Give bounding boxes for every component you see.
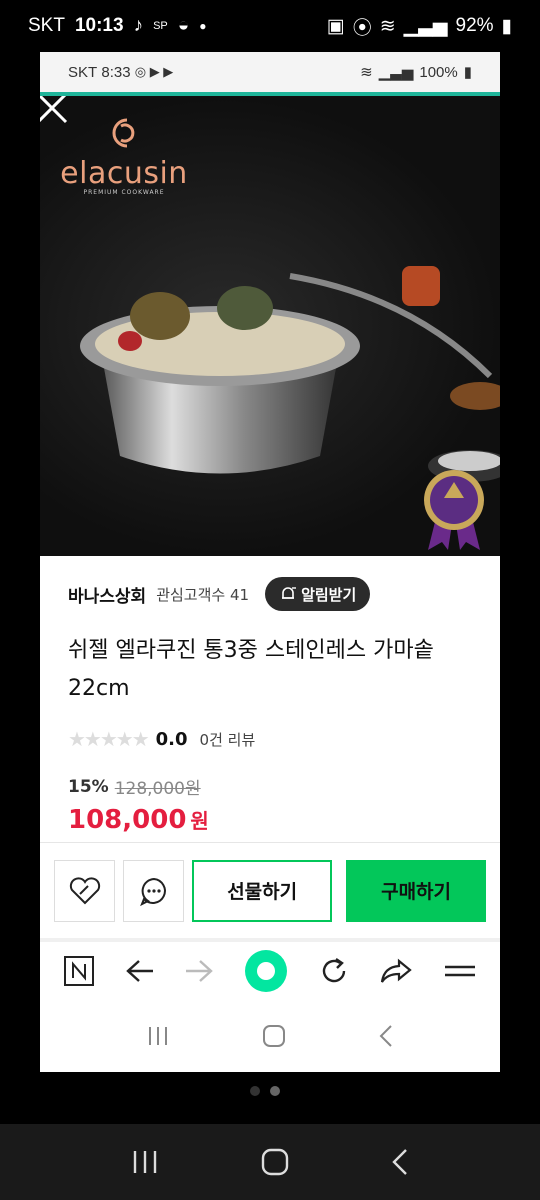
price-row: 15% 128,000원 bbox=[68, 774, 472, 800]
store-fans: 관심고객수 41 bbox=[156, 585, 250, 604]
logo-word: elacusin bbox=[60, 156, 188, 191]
store-row: 바나스상회 관심고객수 41 알림받기 bbox=[68, 576, 472, 612]
inner-carrier: SKT bbox=[68, 63, 98, 81]
review-count[interactable]: 0건 리뷰 bbox=[200, 729, 256, 750]
outer-status-bar: SKT 10:13 ♪ SP ◒ ● ▣ ⦿ ≋ ▁▃▅ 92% ▮ bbox=[0, 0, 540, 52]
wishlist-button[interactable] bbox=[54, 859, 116, 922]
outer-battery: 92% bbox=[455, 15, 494, 36]
refresh-icon[interactable] bbox=[318, 955, 350, 987]
outer-back-icon[interactable] bbox=[391, 1148, 409, 1176]
page-indicator bbox=[250, 1086, 280, 1096]
purchase-bar: 선물하기 구매하기 bbox=[40, 842, 500, 938]
rating-score: 0.0 bbox=[155, 728, 188, 750]
home-circle-icon[interactable] bbox=[244, 949, 288, 993]
inner-nav-bar bbox=[40, 1000, 500, 1072]
wifi-icon: ≋ bbox=[379, 15, 396, 37]
bell-plus-icon bbox=[282, 587, 297, 599]
outer-recent-apps-icon[interactable] bbox=[131, 1149, 159, 1175]
heart-icon bbox=[69, 876, 100, 904]
back-icon[interactable] bbox=[378, 1024, 394, 1048]
store-name[interactable]: 바나스상회 bbox=[68, 582, 146, 607]
browser-toolbar bbox=[40, 938, 500, 1000]
inner-signal-icon: ▁▃▅ bbox=[378, 64, 414, 81]
inner-wifi-icon: ≋ bbox=[360, 64, 373, 81]
outer-nav-bar bbox=[0, 1124, 540, 1200]
alert-button[interactable]: 알림받기 bbox=[265, 577, 371, 611]
location-icon: ⦿ bbox=[352, 17, 372, 39]
tiktok-icon: ♪ bbox=[133, 15, 144, 36]
share-icon[interactable] bbox=[379, 957, 413, 985]
outer-home-icon[interactable] bbox=[261, 1148, 289, 1176]
battery-saver-icon: ▣ bbox=[326, 15, 345, 37]
dot-icon: ● bbox=[199, 19, 207, 33]
page-dot bbox=[250, 1086, 260, 1096]
original-price: 128,000원 bbox=[114, 779, 201, 799]
outer-time: 10:13 bbox=[74, 15, 124, 36]
chat-icon bbox=[139, 877, 166, 906]
final-price: 108,000 bbox=[68, 805, 187, 835]
page-dot-active bbox=[270, 1086, 280, 1096]
home-icon[interactable] bbox=[262, 1024, 286, 1048]
naver-n-icon[interactable] bbox=[63, 955, 95, 987]
product-title: 쉬젤 엘라쿠진 통3중 스테인레스 가마솥 22cm bbox=[68, 638, 434, 701]
back-arrow-icon[interactable] bbox=[125, 958, 155, 984]
star-rating-icon: ★★★★★ bbox=[68, 727, 150, 751]
rating-row: ★★★★★ 0.0 0건 리뷰 bbox=[68, 726, 472, 752]
award-badge-icon bbox=[424, 470, 484, 550]
inner-battery: 100% bbox=[419, 63, 458, 81]
inner-time: 8:33 bbox=[101, 63, 131, 81]
inner-battery-icon: ▮ bbox=[463, 64, 472, 81]
buy-button[interactable]: 구매하기 bbox=[346, 859, 486, 922]
forward-arrow-icon[interactable] bbox=[184, 958, 214, 984]
discount-rate: 15% bbox=[68, 776, 109, 797]
app-icon: ◒ bbox=[177, 15, 190, 36]
signal-icon: ▁▃▅ bbox=[403, 15, 448, 37]
alert-label: 알림받기 bbox=[301, 585, 357, 604]
inner-app-icons: ◎ ▶ ▶ bbox=[134, 64, 174, 79]
currency: 원 bbox=[190, 809, 209, 833]
gift-button[interactable]: 선물하기 bbox=[192, 859, 333, 922]
recent-apps-icon[interactable] bbox=[146, 1025, 170, 1047]
screenshot-card: SKT 8:33 ◎ ▶ ▶ ≋ ▁▃▅ 100% ▮ elacusin PRE… bbox=[40, 52, 500, 1072]
product-info: 바나스상회 관심고객수 41 알림받기 쉬젤 엘라쿠진 통3중 스테인레스 가마… bbox=[40, 556, 500, 835]
product-image: elacusin PREMIUM COOKWARE bbox=[40, 96, 500, 556]
brand-logo: elacusin PREMIUM COOKWARE bbox=[54, 114, 194, 196]
inner-status-bar: SKT 8:33 ◎ ▶ ▶ ≋ ▁▃▅ 100% ▮ bbox=[40, 52, 500, 96]
menu-icon[interactable] bbox=[443, 960, 477, 982]
final-price-row: 108,000 원 bbox=[68, 805, 472, 835]
logo-mark-icon bbox=[112, 118, 135, 148]
pay-icon: SP bbox=[153, 20, 168, 32]
chat-button[interactable] bbox=[123, 859, 185, 922]
outer-carrier: SKT bbox=[28, 15, 65, 36]
battery-icon: ▮ bbox=[501, 15, 512, 37]
